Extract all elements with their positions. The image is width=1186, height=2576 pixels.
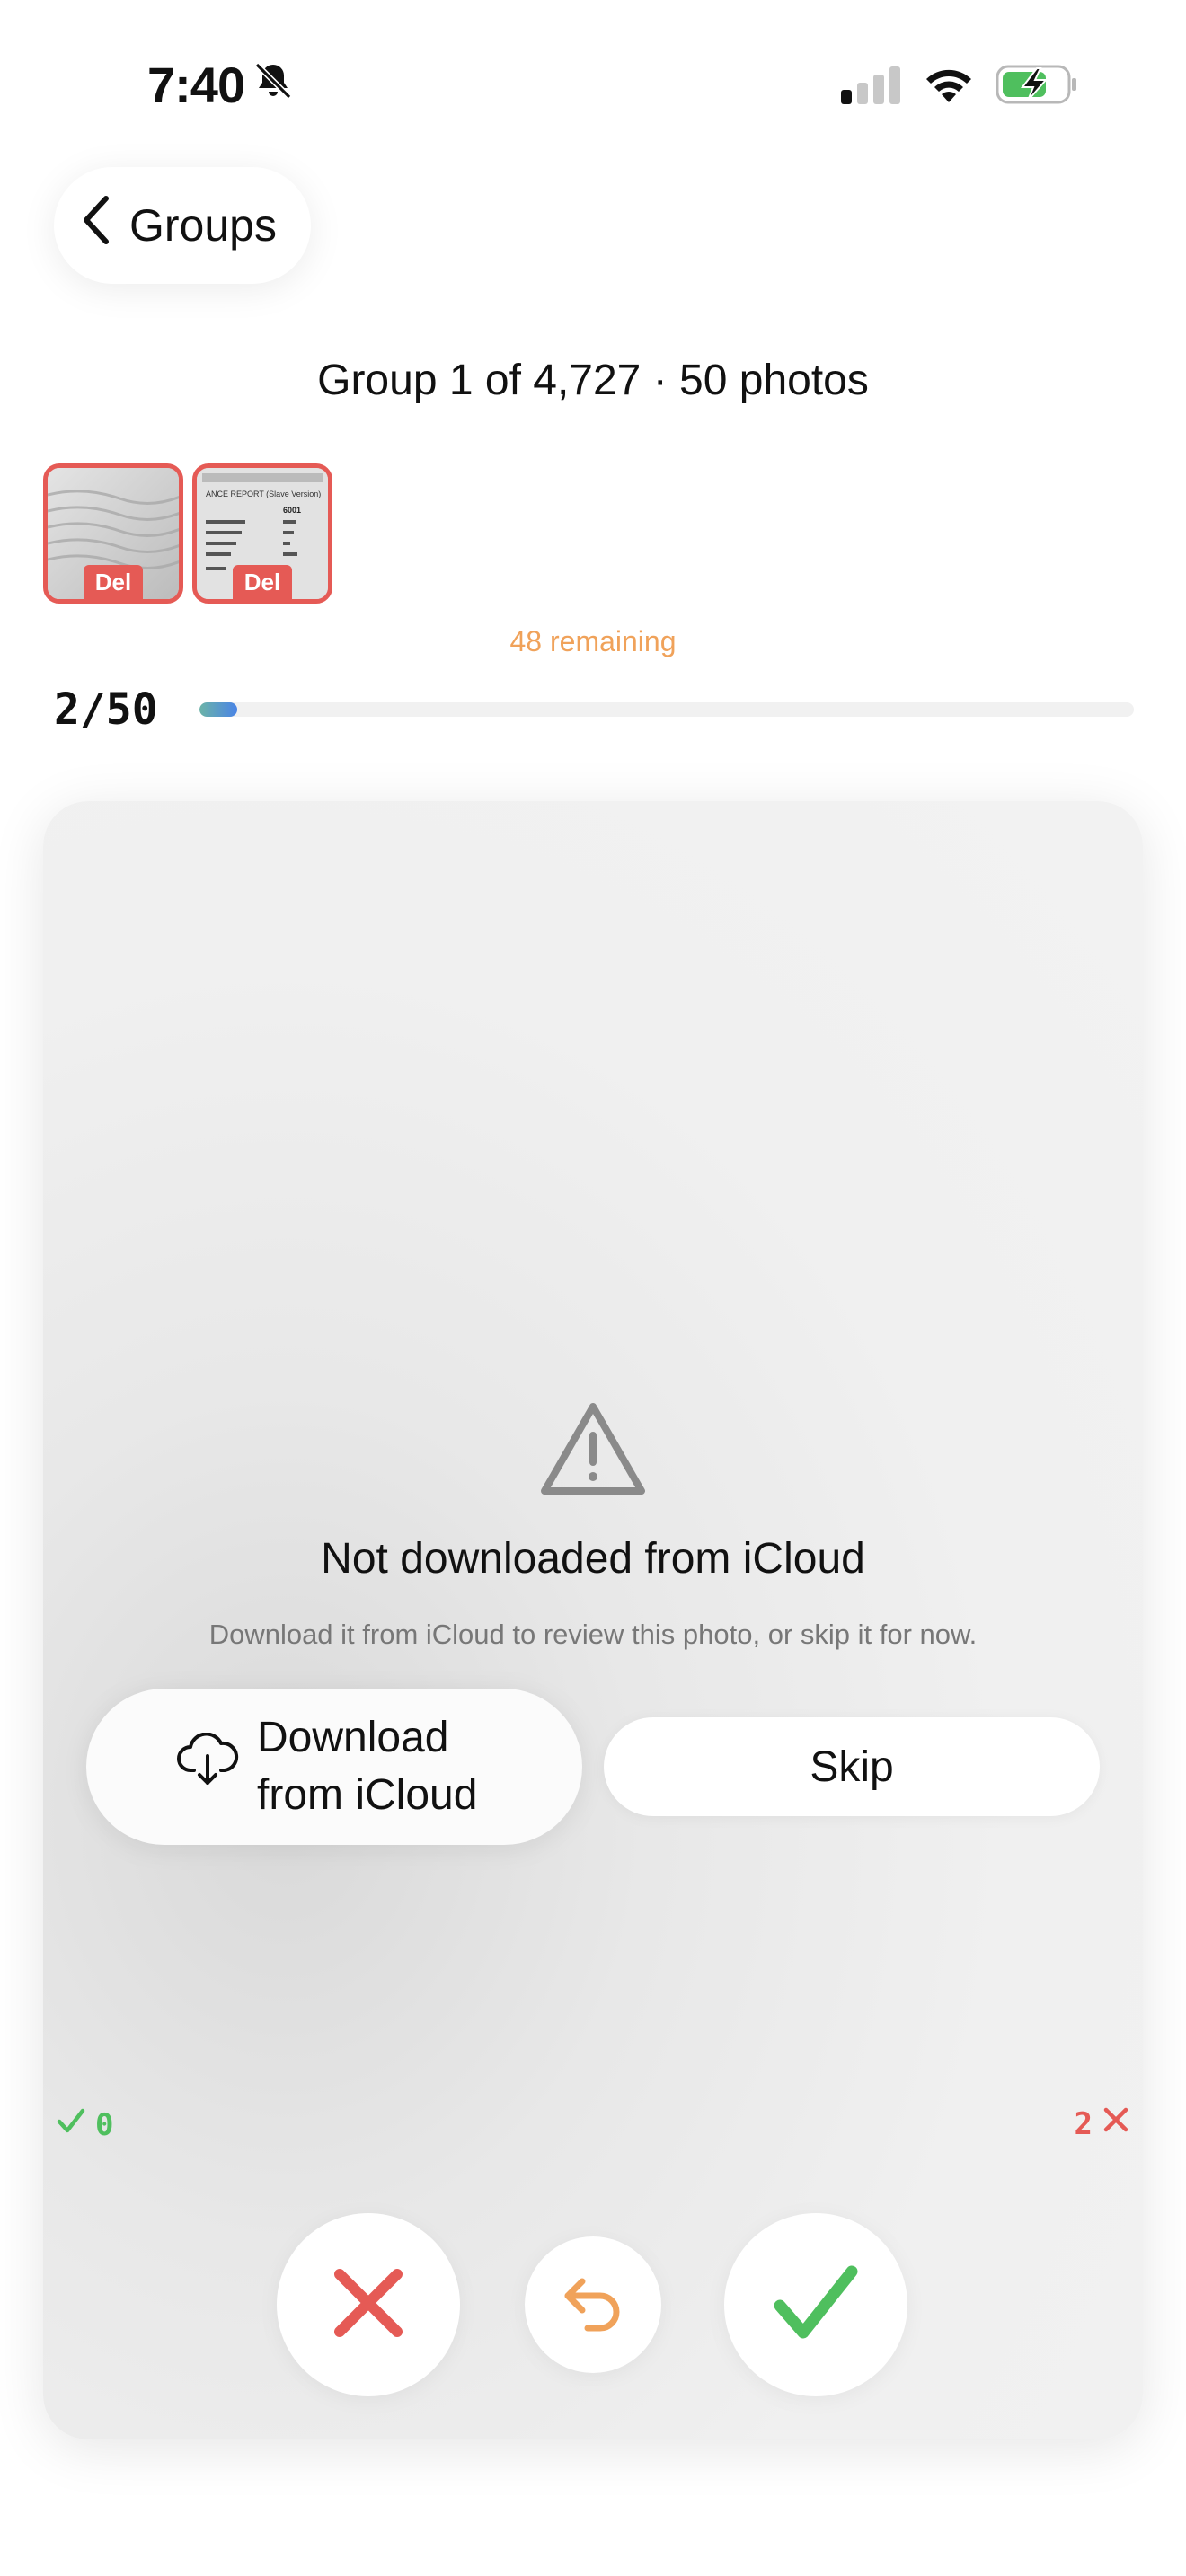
download-from-icloud-button[interactable]: Download from iCloud: [86, 1689, 582, 1845]
back-button-label: Groups: [129, 200, 277, 251]
deleted-tally: 2: [1075, 2105, 1130, 2142]
download-label-line2: from iCloud: [257, 1771, 478, 1819]
status-indicators: [841, 63, 1078, 110]
thumbnail-1[interactable]: Del: [43, 463, 183, 604]
delete-badge: Del: [233, 565, 292, 599]
photo-review-screen: 7:40 Groups Group 1 of 4,727 · 50 photos…: [0, 0, 1186, 2576]
photo-card[interactable]: Not downloaded from iCloud Download it f…: [43, 801, 1143, 2439]
battery-charging-icon: [996, 63, 1078, 110]
page-title: Group 1 of 4,727 · 50 photos: [317, 357, 869, 404]
kept-count: 0: [95, 2106, 114, 2143]
selected-thumbnails: Del ANCE REPORT (Slave Version) 6001 Del: [43, 463, 332, 604]
delete-photo-button[interactable]: [277, 2213, 460, 2396]
card-subtitle: Download it from iCloud to review this p…: [208, 1619, 978, 1650]
thumbnail-2-doc-value: 6001: [283, 506, 301, 515]
progress-bar: [199, 702, 1134, 717]
wifi-icon: [922, 65, 976, 109]
chevron-left-icon: [81, 195, 113, 256]
back-button[interactable]: Groups: [54, 167, 311, 284]
warning-triangle-icon: [537, 1399, 649, 1504]
delete-badge: Del: [84, 565, 143, 599]
card-title: Not downloaded from iCloud: [321, 1535, 865, 1583]
checkmark-icon: [56, 2105, 86, 2144]
progress-label: 2/50: [54, 684, 158, 735]
status-time: 7:40: [147, 56, 295, 114]
signal-icon: [841, 65, 902, 109]
skip-button[interactable]: Skip: [604, 1717, 1100, 1816]
skip-button-label: Skip: [810, 1742, 894, 1791]
status-time-text: 7:40: [147, 57, 245, 113]
undo-button[interactable]: [525, 2236, 661, 2373]
bell-slash-icon: [252, 56, 295, 114]
download-label-line1: Download: [257, 1714, 449, 1761]
download-button-label: Download from iCloud: [257, 1709, 527, 1824]
thumbnail-2[interactable]: ANCE REPORT (Slave Version) 6001 Del: [192, 463, 332, 604]
thumbnail-2-doc-heading: ANCE REPORT (Slave Version): [206, 490, 321, 498]
progress-fill: [199, 702, 237, 717]
x-icon: [331, 2265, 406, 2345]
undo-arrow-icon: [561, 2274, 625, 2336]
kept-tally: 0: [56, 2105, 113, 2144]
cloud-download-icon: [176, 1732, 239, 1802]
checkmark-icon: [773, 2263, 859, 2348]
x-icon: [1102, 2105, 1130, 2142]
keep-photo-button[interactable]: [724, 2213, 907, 2396]
remaining-count: 48 remaining: [509, 625, 677, 657]
deleted-count: 2: [1074, 2105, 1093, 2142]
